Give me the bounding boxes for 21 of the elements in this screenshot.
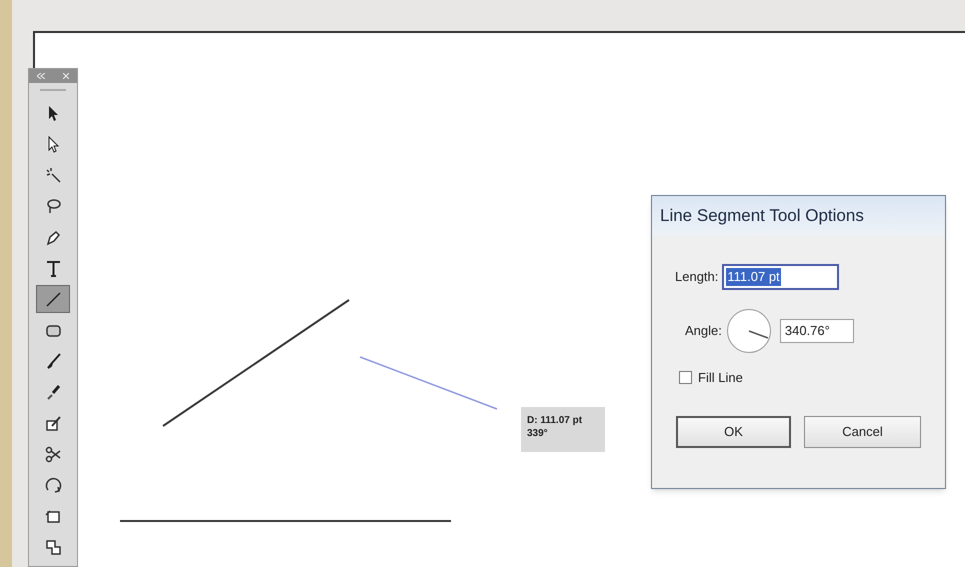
checkbox[interactable] bbox=[679, 371, 692, 384]
ok-button[interactable]: OK bbox=[676, 416, 791, 448]
cancel-button[interactable]: Cancel bbox=[804, 416, 921, 448]
eraser-icon bbox=[44, 414, 62, 432]
tooltip-text: D: 111.07 pt bbox=[527, 414, 584, 427]
close-icon[interactable] bbox=[63, 73, 69, 79]
shape-builder-icon bbox=[44, 538, 62, 556]
selected-text: 111.07 pt bbox=[726, 268, 781, 286]
magic-wand-icon bbox=[44, 166, 62, 184]
scissors-icon bbox=[44, 444, 62, 464]
length-field[interactable]: 111.07 pt bbox=[722, 264, 840, 290]
collapse-icon[interactable] bbox=[37, 73, 45, 79]
angle-label: Angle: bbox=[685, 322, 722, 340]
tooltip-text: 339° bbox=[527, 427, 549, 440]
dialog-title: Line Segment Tool Options bbox=[660, 205, 864, 228]
angle-dial[interactable] bbox=[726, 308, 772, 354]
angle-field[interactable]: 340.76° bbox=[780, 319, 854, 343]
line-segment-icon bbox=[44, 290, 62, 308]
fill-line-label: Fill Line bbox=[698, 369, 743, 387]
length-label: Length: bbox=[675, 268, 718, 286]
rotate-arrow-icon bbox=[44, 476, 62, 494]
